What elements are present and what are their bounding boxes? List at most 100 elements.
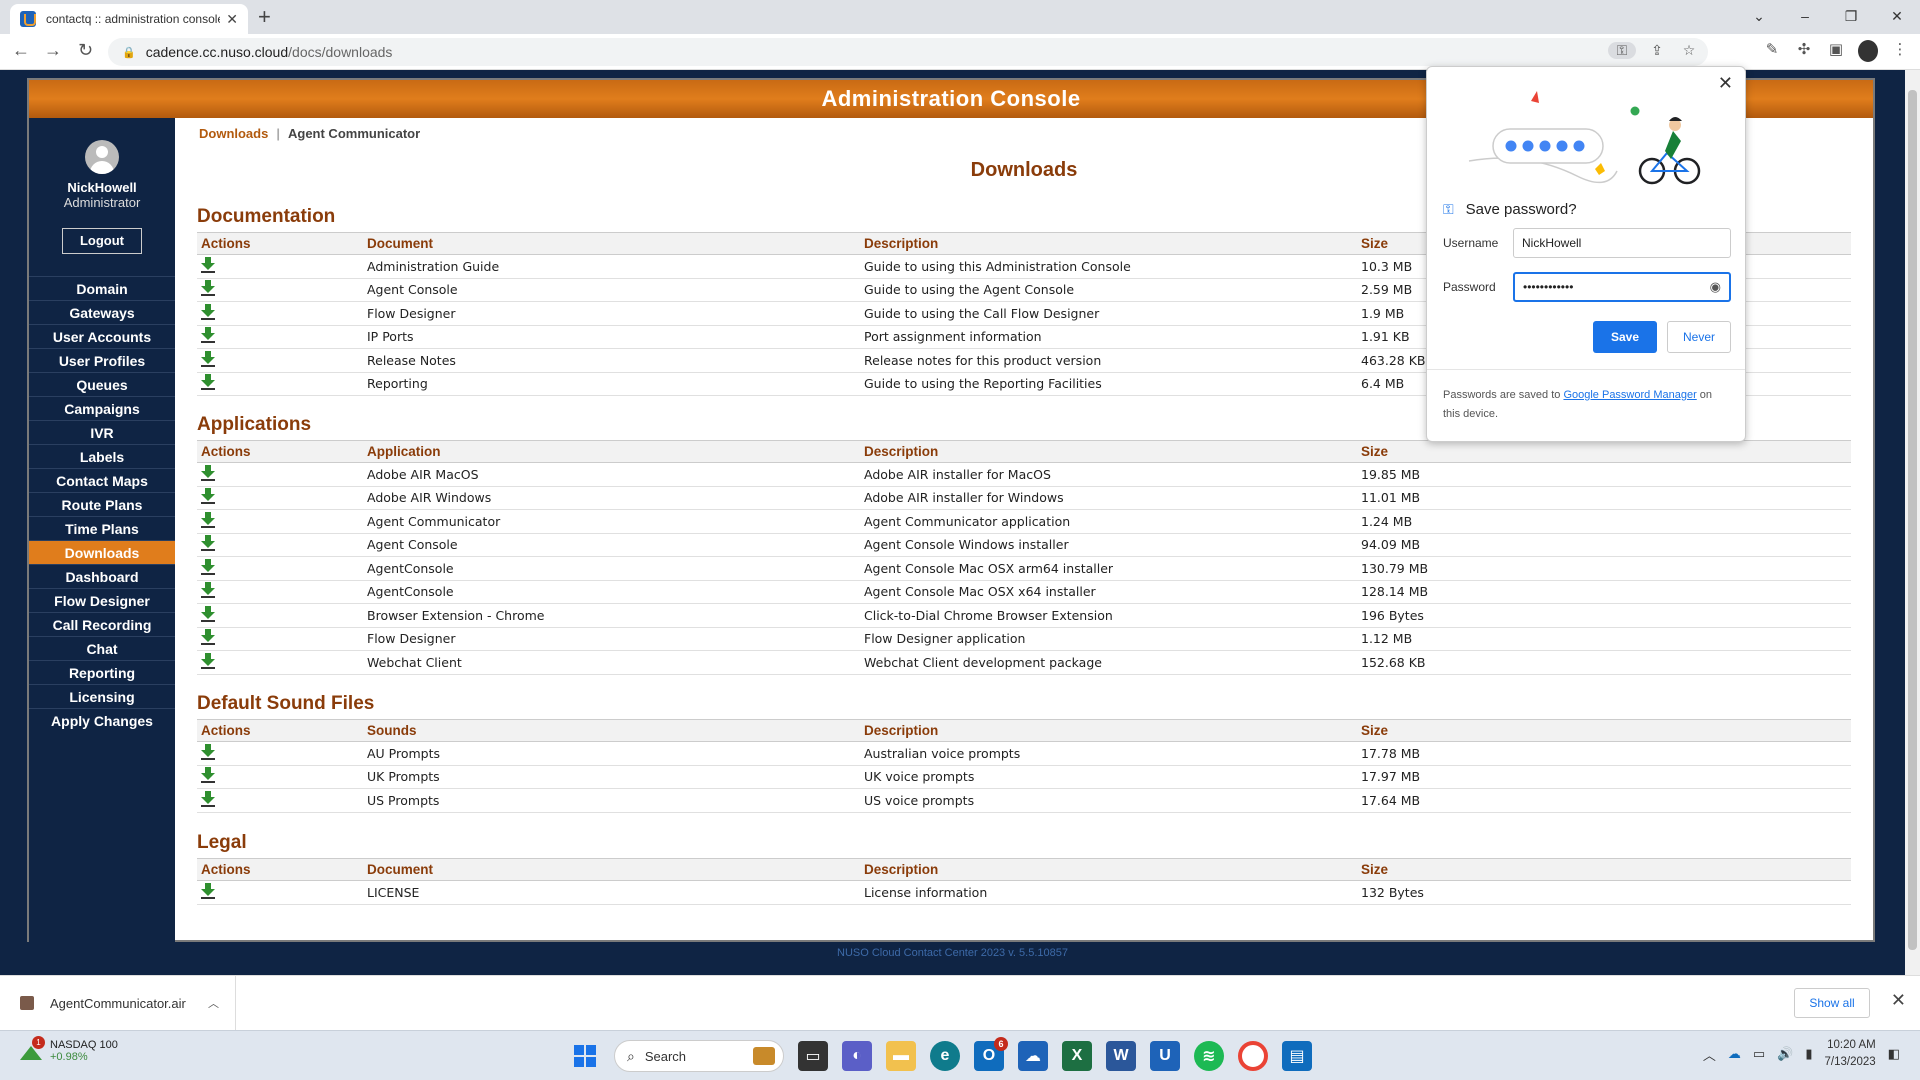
minimize-icon[interactable]: –: [1782, 0, 1828, 34]
sidebar-item-apply-changes[interactable]: Apply Changes: [29, 708, 175, 732]
profile-avatar-icon[interactable]: [1858, 40, 1878, 66]
url-text[interactable]: cadence.cc.nuso.cloud/docs/downloads: [146, 44, 393, 60]
forward-icon[interactable]: →: [44, 40, 62, 61]
notification-icon[interactable]: ◧: [1888, 1046, 1900, 1062]
download-icon[interactable]: [201, 629, 215, 646]
download-icon[interactable]: [201, 790, 215, 807]
download-icon[interactable]: [201, 558, 215, 575]
password-key-icon[interactable]: ⚿: [1608, 42, 1636, 59]
extension-icon[interactable]: ✎: [1762, 40, 1782, 66]
scrollbar-thumb[interactable]: [1908, 90, 1917, 950]
sidebar-item-contact-maps[interactable]: Contact Maps: [29, 468, 175, 492]
download-icon[interactable]: [201, 303, 215, 320]
download-icon[interactable]: [201, 280, 215, 297]
password-field[interactable]: •••••••••••• ◉: [1513, 272, 1731, 302]
spotify-icon[interactable]: ≋: [1194, 1041, 1224, 1071]
lock-icon[interactable]: 🔒: [122, 46, 136, 59]
browser-menu-icon[interactable]: ⋮: [1890, 40, 1910, 66]
never-button[interactable]: Never: [1667, 321, 1731, 353]
sidebar-item-campaigns[interactable]: Campaigns: [29, 396, 175, 420]
share-icon[interactable]: ⇪: [1646, 42, 1668, 59]
password-manager-link[interactable]: Google Password Manager: [1563, 389, 1696, 401]
new-tab-icon[interactable]: +: [258, 4, 271, 30]
display-icon[interactable]: ▭: [1753, 1046, 1765, 1062]
subnav-agent-communicator[interactable]: Agent Communicator: [288, 126, 420, 141]
file-explorer-icon[interactable]: ▬: [886, 1041, 916, 1071]
stock-widget[interactable]: 1 NASDAQ 100 +0.98%: [20, 1036, 118, 1063]
volume-icon[interactable]: 🔊: [1777, 1046, 1793, 1062]
cloud-app-icon[interactable]: ☁: [1018, 1041, 1048, 1071]
sidebar-item-labels[interactable]: Labels: [29, 444, 175, 468]
battery-icon[interactable]: ▮: [1805, 1046, 1812, 1062]
download-icon[interactable]: [201, 327, 215, 344]
teams-chat-icon[interactable]: ◐: [842, 1041, 872, 1071]
chevron-up-icon[interactable]: ︿: [1703, 1045, 1716, 1064]
close-icon[interactable]: ✕: [1718, 73, 1733, 94]
outlook-icon[interactable]: O6: [974, 1037, 1008, 1071]
edge-icon[interactable]: e: [930, 1041, 960, 1071]
download-icon[interactable]: [201, 605, 215, 622]
back-icon[interactable]: ←: [12, 40, 30, 61]
eye-icon[interactable]: ◉: [1710, 279, 1721, 295]
username-field[interactable]: NickHowell: [1513, 228, 1731, 258]
word-icon[interactable]: W: [1106, 1041, 1136, 1071]
download-icon[interactable]: [201, 582, 215, 599]
chevron-up-icon[interactable]: ︿: [208, 995, 219, 1011]
reload-icon[interactable]: ↻: [78, 40, 93, 61]
sidebar-item-licensing[interactable]: Licensing: [29, 684, 175, 708]
page-scrollbar[interactable]: [1905, 70, 1920, 975]
sidebar-item-domain[interactable]: Domain: [29, 276, 175, 300]
save-button[interactable]: Save: [1593, 321, 1657, 353]
nuso-app-icon[interactable]: U: [1150, 1041, 1180, 1071]
download-icon[interactable]: [201, 464, 215, 481]
subnav-downloads[interactable]: Downloads: [199, 126, 268, 141]
download-icon[interactable]: [201, 374, 215, 391]
sidebar-item-ivr[interactable]: IVR: [29, 420, 175, 444]
omnibox[interactable]: 🔒 cadence.cc.nuso.cloud/docs/downloads ⚿…: [108, 38, 1708, 66]
download-icon[interactable]: [201, 535, 215, 552]
restore-icon[interactable]: ❐: [1828, 0, 1874, 34]
tab-close-icon[interactable]: ✕: [226, 11, 238, 28]
side-panel-icon[interactable]: ▣: [1826, 40, 1846, 66]
item-name-cell: Agent Communicator: [363, 509, 860, 534]
sidebar-item-reporting[interactable]: Reporting: [29, 660, 175, 684]
sidebar-item-time-plans[interactable]: Time Plans: [29, 516, 175, 540]
tab-search-icon[interactable]: ⌄: [1736, 0, 1782, 34]
download-icon[interactable]: [201, 511, 215, 528]
download-icon[interactable]: [201, 256, 215, 273]
download-icon[interactable]: [201, 767, 215, 784]
download-icon[interactable]: [201, 350, 215, 367]
clock[interactable]: 10:20 AM 7/13/2023: [1825, 1037, 1876, 1071]
sidebar-item-flow-designer[interactable]: Flow Designer: [29, 588, 175, 612]
download-icon[interactable]: [201, 743, 215, 760]
download-item[interactable]: AgentCommunicator.air ︿: [0, 976, 236, 1030]
download-icon[interactable]: [201, 488, 215, 505]
download-icon[interactable]: [201, 882, 215, 899]
notepad-icon[interactable]: ▤: [1282, 1041, 1312, 1071]
download-file-name[interactable]: AgentCommunicator.air: [50, 996, 208, 1011]
sidebar-item-queues[interactable]: Queues: [29, 372, 175, 396]
windows-start-icon[interactable]: [570, 1041, 600, 1071]
sidebar-item-user-accounts[interactable]: User Accounts: [29, 324, 175, 348]
bookmark-star-icon[interactable]: ☆: [1678, 42, 1700, 59]
sidebar-item-route-plans[interactable]: Route Plans: [29, 492, 175, 516]
download-icon[interactable]: [201, 652, 215, 669]
stock-name: NASDAQ 100: [50, 1039, 118, 1051]
logout-button[interactable]: Logout: [62, 228, 142, 254]
excel-icon[interactable]: X: [1062, 1041, 1092, 1071]
sidebar-item-gateways[interactable]: Gateways: [29, 300, 175, 324]
sidebar-item-dashboard[interactable]: Dashboard: [29, 564, 175, 588]
chrome-icon[interactable]: [1238, 1041, 1268, 1071]
sidebar-item-downloads[interactable]: Downloads: [29, 540, 175, 564]
show-all-button[interactable]: Show all: [1794, 988, 1870, 1018]
task-view-icon[interactable]: ▭: [798, 1041, 828, 1071]
extensions-puzzle-icon[interactable]: ✣: [1794, 40, 1814, 66]
close-window-icon[interactable]: ✕: [1874, 0, 1920, 34]
sidebar-item-user-profiles[interactable]: User Profiles: [29, 348, 175, 372]
sidebar-item-call-recording[interactable]: Call Recording: [29, 612, 175, 636]
taskbar-search[interactable]: ⌕ Search: [614, 1040, 784, 1072]
close-download-bar-icon[interactable]: ✕: [1891, 990, 1906, 1011]
sidebar-item-chat[interactable]: Chat: [29, 636, 175, 660]
browser-tab[interactable]: contactq :: administration console ✕: [10, 4, 248, 34]
onedrive-icon[interactable]: ☁: [1728, 1046, 1741, 1062]
